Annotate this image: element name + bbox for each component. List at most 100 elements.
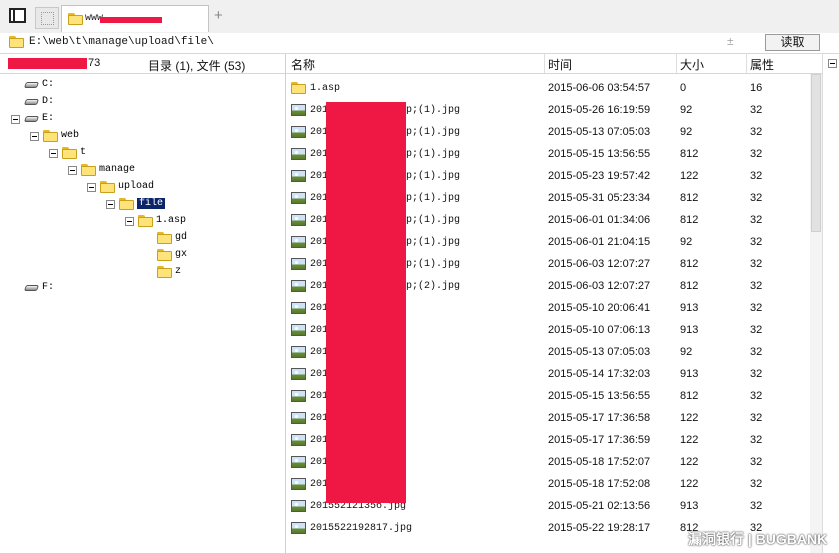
file-time: 2015-05-13 07:05:03	[548, 346, 651, 358]
collapse-icon[interactable]	[68, 165, 77, 175]
tree-node[interactable]: 1.asp	[125, 213, 186, 229]
tree-node-label: manage	[99, 164, 136, 176]
image-file-icon	[291, 170, 306, 182]
file-time: 2015-06-03 12:07:27	[548, 280, 651, 292]
tree-node[interactable]: upload	[87, 179, 154, 195]
folder-icon	[157, 232, 172, 245]
file-size: 913	[680, 302, 699, 314]
tree-node[interactable]: gx	[144, 247, 187, 263]
blank-tab-icon[interactable]	[35, 7, 59, 29]
tree-node[interactable]: file	[106, 196, 166, 212]
tree-node[interactable]: manage	[68, 162, 135, 178]
folder-icon	[43, 130, 58, 143]
file-time: 2015-05-10 20:06:41	[548, 302, 651, 314]
collapse-icon[interactable]	[30, 131, 39, 141]
file-time: 2015-06-01 21:04:15	[548, 236, 651, 248]
folder-icon	[9, 36, 24, 48]
collapse-icon[interactable]	[106, 199, 115, 209]
image-file-icon	[291, 456, 306, 468]
tree-node-label: file	[137, 198, 166, 210]
file-time: 2015-05-14 17:32:03	[548, 368, 651, 380]
collapse-icon[interactable]	[11, 114, 20, 124]
folder-icon	[100, 181, 115, 194]
file-attr: 32	[750, 324, 763, 336]
file-attr: 32	[750, 456, 763, 468]
tab-current[interactable]: www	[61, 5, 209, 32]
image-file-icon	[291, 500, 306, 512]
tree-node[interactable]: E:	[11, 111, 54, 127]
file-time: 2015-06-06 03:54:57	[548, 82, 651, 94]
sidebar-toggle-icon[interactable]	[9, 8, 26, 23]
image-file-icon	[291, 324, 306, 336]
tree-node[interactable]: gd	[144, 230, 187, 246]
path-bar: E:\web\t\manage\upload\file\ ± 读取	[0, 33, 839, 54]
folder-icon	[138, 215, 153, 228]
collapse-icon[interactable]	[828, 59, 837, 68]
folder-icon	[81, 164, 96, 177]
column-name[interactable]: 名称	[291, 56, 315, 73]
file-size: 92	[680, 126, 693, 138]
image-file-icon	[291, 302, 306, 314]
path-input[interactable]: E:\web\t\manage\upload\file\	[29, 36, 214, 48]
image-file-icon	[291, 346, 306, 358]
file-size: 812	[680, 192, 699, 204]
file-time: 2015-05-18 17:52:07	[548, 456, 651, 468]
file-size: 812	[680, 280, 699, 292]
collapse-icon[interactable]	[125, 216, 134, 226]
file-time: 2015-05-13 07:05:03	[548, 126, 651, 138]
file-size: 913	[680, 500, 699, 512]
file-name: 2015522192817.jpg	[310, 523, 413, 534]
tree-node[interactable]: C:	[24, 77, 54, 93]
file-attr: 32	[750, 390, 763, 402]
tree-node[interactable]: z	[144, 264, 181, 280]
folder-icon	[157, 249, 172, 262]
file-size: 913	[680, 324, 699, 336]
tree-node[interactable]: web	[30, 128, 79, 144]
file-size: 92	[680, 104, 693, 116]
tree-node-label: z	[175, 266, 182, 278]
file-time: 2015-05-22 19:28:17	[548, 522, 651, 534]
dropdown-icon[interactable]: ±	[727, 34, 734, 48]
tree-node[interactable]: D:	[24, 94, 54, 110]
file-attr: 32	[750, 302, 763, 314]
image-file-icon	[291, 126, 306, 138]
collapse-icon[interactable]	[49, 148, 58, 158]
image-file-icon	[291, 412, 306, 424]
read-button[interactable]: 读取	[765, 34, 820, 51]
tree-node[interactable]: F:	[24, 280, 54, 296]
file-attr: 32	[750, 192, 763, 204]
file-time: 2015-05-18 17:52:08	[548, 478, 651, 490]
new-tab-button[interactable]: +	[214, 8, 223, 23]
scrollbar-thumb[interactable]	[811, 74, 821, 232]
tree-node[interactable]: t	[49, 145, 86, 161]
file-attr: 32	[750, 126, 763, 138]
file-attr: 32	[750, 236, 763, 248]
folder-icon	[62, 147, 77, 160]
column-time[interactable]: 时间	[548, 56, 572, 73]
image-file-icon	[291, 148, 306, 160]
folder-icon	[119, 198, 134, 211]
file-size: 0	[680, 82, 687, 94]
file-row[interactable]: 1.asp 2015-06-06 03:54:57 0 16	[286, 78, 810, 100]
file-time: 2015-06-01 01:34:06	[548, 214, 651, 226]
tree-node-label: C:	[42, 79, 55, 91]
file-size: 122	[680, 456, 699, 468]
file-attr: 32	[750, 368, 763, 380]
file-attr: 32	[750, 434, 763, 446]
file-attr: 16	[750, 82, 763, 94]
file-size: 812	[680, 148, 699, 160]
tree-node-label: upload	[118, 181, 155, 193]
file-size: 913	[680, 368, 699, 380]
file-attr: 32	[750, 280, 763, 292]
column-attr[interactable]: 属性	[750, 56, 774, 73]
file-time: 2015-05-10 07:06:13	[548, 324, 651, 336]
file-size: 812	[680, 390, 699, 402]
image-file-icon	[291, 368, 306, 380]
file-size: 122	[680, 478, 699, 490]
column-size[interactable]: 大小	[680, 56, 704, 73]
directory-tree: C: D: E: web t manage upload file 1.asp gd gx z F:	[0, 74, 285, 553]
tree-node-label: D:	[42, 96, 55, 108]
file-attr: 32	[750, 478, 763, 490]
collapse-icon[interactable]	[87, 182, 96, 192]
folder-icon	[291, 82, 306, 94]
